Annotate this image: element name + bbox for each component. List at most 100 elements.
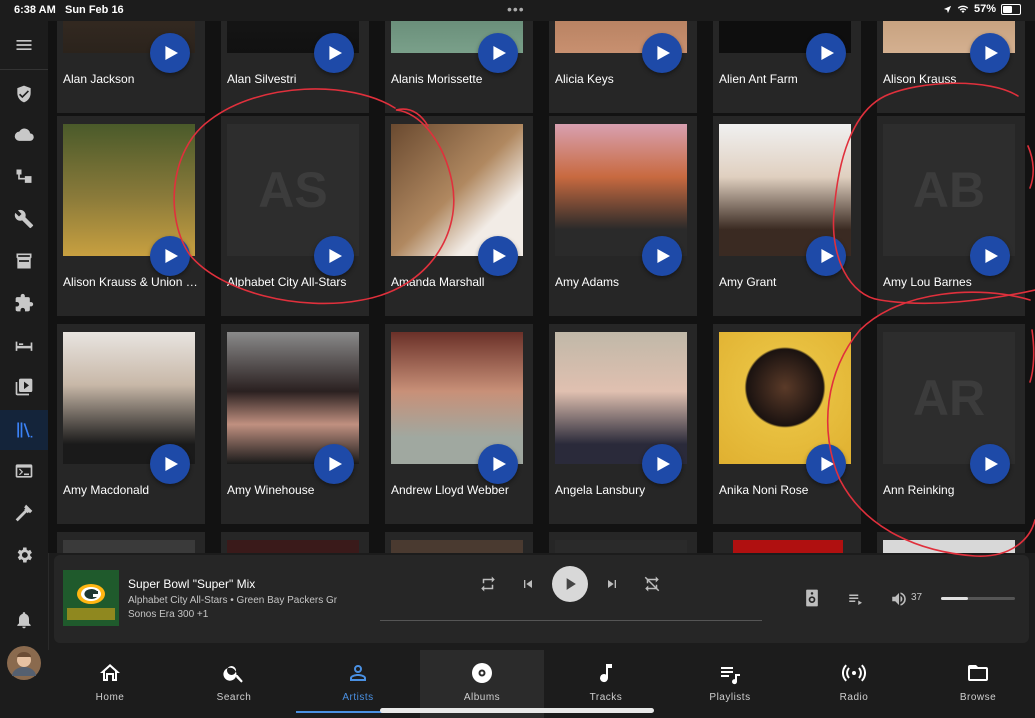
artist-card[interactable] — [713, 532, 861, 553]
tab-search[interactable]: Search — [172, 650, 296, 718]
tab-browse[interactable]: Browse — [916, 650, 1035, 718]
bed-icon[interactable] — [0, 325, 48, 365]
tab-playlists[interactable]: Playlists — [668, 650, 792, 718]
artist-card[interactable]: AS Alphabet City All-Stars — [221, 116, 369, 316]
artist-card[interactable]: AB Amy Lou Barnes — [877, 116, 1025, 316]
gear-icon[interactable] — [0, 535, 48, 575]
volume-button[interactable] — [888, 588, 910, 610]
volume-slider[interactable] — [941, 597, 1015, 600]
artist-card[interactable] — [221, 532, 369, 553]
play-button[interactable] — [806, 236, 846, 276]
artist-card[interactable]: Amy Macdonald — [57, 324, 205, 524]
play-icon — [985, 457, 998, 471]
speaker-button[interactable] — [800, 586, 824, 610]
artist-card[interactable]: AR Ann Reinking — [877, 324, 1025, 524]
artist-card[interactable] — [549, 532, 697, 553]
multitask-dots[interactable]: ••• — [507, 1, 525, 17]
play-pause-button[interactable] — [552, 566, 588, 602]
play-button[interactable] — [478, 236, 518, 276]
play-button[interactable] — [970, 444, 1010, 484]
disc-icon — [472, 663, 492, 683]
artist-card[interactable]: Alan Jackson — [57, 21, 205, 113]
artist-card[interactable]: Alien Ant Farm — [713, 21, 861, 113]
artist-name: Alan Silvestri — [227, 72, 297, 86]
artist-card[interactable]: Amy Winehouse — [221, 324, 369, 524]
artist-card[interactable]: Amy Adams — [549, 116, 697, 316]
artist-card[interactable]: Alicia Keys — [549, 21, 697, 113]
puzzle-icon[interactable] — [0, 283, 48, 323]
shuffle-off-icon — [644, 576, 660, 592]
tab-radio[interactable]: Radio — [792, 650, 916, 718]
play-button[interactable] — [970, 33, 1010, 73]
play-button[interactable] — [970, 236, 1010, 276]
play-button[interactable] — [806, 33, 846, 73]
terminal-icon[interactable] — [0, 451, 48, 491]
hacs-icon[interactable] — [0, 241, 48, 281]
artist-image — [227, 540, 359, 553]
menu-icon[interactable] — [0, 25, 48, 65]
play-button[interactable] — [150, 236, 190, 276]
tab-label: Playlists — [709, 692, 751, 703]
artist-name: Anika Noni Rose — [719, 483, 809, 497]
play-button[interactable] — [478, 33, 518, 73]
artist-name: Alison Krauss — [883, 72, 957, 86]
network-icon[interactable] — [0, 157, 48, 197]
hammer-icon[interactable] — [0, 493, 48, 533]
wrench-icon[interactable] — [0, 199, 48, 239]
play-icon — [329, 457, 342, 471]
artist-card[interactable]: Alan Silvestri — [221, 21, 369, 113]
avatar[interactable] — [0, 643, 48, 683]
artist-card[interactable]: Alanis Morissette — [385, 21, 533, 113]
shield-icon[interactable] — [0, 74, 48, 114]
artist-card[interactable]: Amanda Marshall — [385, 116, 533, 316]
artist-card[interactable]: Andrew Lloyd Webber — [385, 324, 533, 524]
queue-button[interactable] — [844, 588, 868, 610]
play-button[interactable] — [478, 444, 518, 484]
play-button[interactable] — [314, 236, 354, 276]
album-cover[interactable] — [63, 570, 119, 626]
now-playing-bar[interactable]: Super Bowl "Super" Mix Alphabet City All… — [54, 555, 1029, 643]
artist-card[interactable] — [877, 532, 1025, 553]
play-icon — [165, 249, 178, 263]
sidebar — [0, 21, 49, 718]
play-button[interactable] — [806, 444, 846, 484]
play-icon — [657, 457, 670, 471]
artist-name: Amy Lou Barnes — [883, 275, 972, 289]
artist-card[interactable]: Alison Krauss — [877, 21, 1025, 113]
play-button[interactable] — [314, 444, 354, 484]
bell-icon[interactable] — [0, 600, 48, 640]
skip-next-icon — [608, 580, 616, 588]
tab-home[interactable]: Home — [48, 650, 172, 718]
previous-button[interactable] — [518, 574, 538, 594]
home-indicator[interactable] — [380, 708, 654, 713]
play-icon — [657, 249, 670, 263]
sidebar-divider — [0, 69, 48, 70]
play-button[interactable] — [150, 444, 190, 484]
artist-card[interactable] — [385, 532, 533, 553]
play-button[interactable] — [642, 33, 682, 73]
location-icon — [943, 5, 952, 13]
artist-image — [63, 540, 195, 553]
artist-card[interactable] — [57, 532, 205, 553]
track-progress[interactable] — [380, 620, 762, 621]
playback-device[interactable]: Sonos Era 300 +1 — [128, 609, 208, 620]
play-button[interactable] — [642, 444, 682, 484]
tab-label: Radio — [839, 692, 869, 703]
skip-previous-icon — [524, 580, 532, 588]
play-button[interactable] — [642, 236, 682, 276]
artist-grid: Alan Jackson Alan Silvestri Alanis Moris… — [48, 21, 1035, 553]
artist-card[interactable]: Alison Krauss & Union Station — [57, 116, 205, 316]
shuffle-button[interactable] — [642, 574, 662, 594]
artist-card[interactable]: Angela Lansbury — [549, 324, 697, 524]
artist-card[interactable]: Anika Noni Rose — [713, 324, 861, 524]
tab-label: Tracks — [589, 692, 623, 703]
artist-card[interactable]: Amy Grant — [713, 116, 861, 316]
library-icon[interactable] — [0, 410, 48, 450]
play-button[interactable] — [150, 33, 190, 73]
next-button[interactable] — [602, 574, 622, 594]
track-artist-album: Alphabet City All-Stars • Green Bay Pack… — [128, 595, 338, 606]
play-button[interactable] — [314, 33, 354, 73]
cloud-icon[interactable] — [0, 115, 48, 155]
repeat-button[interactable] — [478, 574, 498, 594]
media-icon[interactable] — [0, 367, 48, 407]
